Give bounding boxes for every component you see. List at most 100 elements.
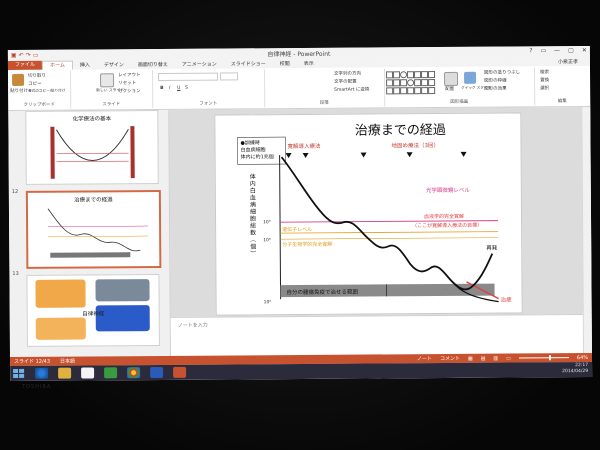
chrome-icon[interactable] xyxy=(127,367,141,379)
slide-editor: 治療までの経過 ●訓練時 白血病細胞 体内に約1兆個 体内白血病細胞総数（個） … xyxy=(169,106,592,357)
marker-triangle xyxy=(406,152,413,158)
font-group: B I U S フォント xyxy=(151,69,266,109)
arrange-button[interactable]: 配置 xyxy=(445,86,454,92)
shadow-button[interactable]: S xyxy=(185,86,188,91)
quick-styles-icon[interactable] xyxy=(464,71,477,84)
bold-button[interactable]: B xyxy=(160,86,163,91)
slide-thumbnail-panel[interactable]: 化学療法の基本 12 治療までの経過 13 自律神経 xyxy=(8,109,171,358)
tab-transitions[interactable]: 画面切り替え xyxy=(131,61,175,68)
thumbnail-box-orange xyxy=(35,279,86,308)
info-line-2: 白血病細胞 xyxy=(241,146,266,153)
tab-review[interactable]: 校閲 xyxy=(273,60,297,67)
italic-button[interactable]: I xyxy=(169,86,170,91)
marker-triangle xyxy=(285,153,292,159)
slide-number-12: 12 xyxy=(11,188,19,196)
font-group-label: フォント xyxy=(199,101,218,107)
hema-complete-sub-label: （ここが寛解導入療法の目標） xyxy=(412,222,482,229)
language-indicator[interactable]: 日本語 xyxy=(60,358,75,365)
marker-triangle xyxy=(460,151,467,157)
slide-thumbnail-12[interactable]: 治療までの経過 xyxy=(25,189,162,269)
marker-label-consolidation: 地固め療法（3回） xyxy=(391,141,439,149)
paragraph-group-label: 段落 xyxy=(319,100,329,106)
tab-slideshow[interactable]: スライドショー xyxy=(224,60,273,67)
hema-complete-label: 血液学的完全寛解 xyxy=(424,213,464,220)
close-icon[interactable]: ✕ xyxy=(582,47,587,54)
thumbnail-diagram xyxy=(50,126,135,179)
font-size-select[interactable] xyxy=(220,72,239,81)
paragraph-group: 文字列の方向 文字の配置 SmartArt に変換 段落 xyxy=(263,68,386,108)
sorter-view-icon[interactable]: ▤ xyxy=(481,355,486,361)
tab-home[interactable]: ホーム xyxy=(41,60,73,70)
reset-button[interactable]: リセット xyxy=(118,80,136,86)
zoom-level[interactable]: 64% xyxy=(577,354,588,360)
cut-button[interactable]: 切り取り xyxy=(28,73,46,79)
underline-button[interactable]: U xyxy=(177,86,180,91)
zoom-slider-knob[interactable] xyxy=(548,355,551,361)
minimize-icon[interactable]: — xyxy=(554,47,560,54)
notes-placeholder: ノートを入力 xyxy=(177,322,208,329)
thumbnail-title: 自律神経 xyxy=(82,311,105,318)
text-direction-button[interactable]: 文字列の方向 xyxy=(334,71,361,77)
shapes-gallery[interactable] xyxy=(386,71,436,95)
excel-icon[interactable] xyxy=(104,367,118,379)
drawing-group: 配置 クイック スタイル 図形の塗りつぶし 図形の枠線 図形の効果 図形描画 xyxy=(383,67,536,107)
shape-outline-button[interactable]: 図形の枠線 xyxy=(484,78,507,84)
powerpoint-icon[interactable] xyxy=(173,366,187,378)
notes-button[interactable]: ノート xyxy=(417,355,432,362)
help-icon[interactable]: ? xyxy=(529,47,532,54)
tab-design[interactable]: デザイン xyxy=(97,61,131,68)
marker-triangle xyxy=(360,152,367,158)
tab-insert[interactable]: 挿入 xyxy=(73,61,97,68)
paste-button[interactable]: 貼り付け xyxy=(10,88,28,94)
arrange-icon[interactable] xyxy=(444,71,459,86)
store-icon[interactable] xyxy=(81,367,95,379)
slide-title: 治療までの経過 xyxy=(355,123,446,139)
thumbnail-box-orange-2 xyxy=(35,317,86,340)
slideshow-view-icon[interactable]: ▭ xyxy=(506,355,511,361)
normal-view-icon[interactable]: ▦ xyxy=(468,355,473,361)
window-controls: ? ▭ — ▢ ✕ xyxy=(529,47,587,54)
user-name[interactable]: 小泉正孝 xyxy=(558,58,578,65)
notes-pane[interactable]: ノートを入力 xyxy=(170,314,583,357)
reading-view-icon[interactable]: ▥ xyxy=(493,355,498,361)
vertical-scrollbar[interactable] xyxy=(581,106,592,354)
explorer-icon[interactable] xyxy=(58,367,72,379)
current-slide[interactable]: 治療までの経過 ●訓練時 白血病細胞 体内に約1兆個 体内白血病細胞総数（個） … xyxy=(214,112,523,316)
marker-triangle xyxy=(302,152,309,158)
copy-button[interactable]: コピー xyxy=(28,81,42,87)
ribbon-display-icon[interactable]: ▭ xyxy=(540,47,546,54)
drawing-group-label: 図形描画 xyxy=(450,99,469,105)
laptop-brand-logo: TOSHIBA xyxy=(22,384,52,390)
zoom-slider[interactable] xyxy=(518,355,569,361)
shape-effects-button[interactable]: 図形の効果 xyxy=(484,86,507,92)
select-button[interactable]: 選択 xyxy=(540,85,549,91)
tab-animations[interactable]: アニメーション xyxy=(175,61,224,68)
section-button[interactable]: セクション xyxy=(118,88,141,94)
slide-thumbnail-11[interactable]: 化学療法の基本 xyxy=(25,109,159,185)
tick-label: 10⁹ xyxy=(263,219,271,225)
smartart-button[interactable]: SmartArt に変換 xyxy=(334,87,369,93)
maximize-icon[interactable]: ▢ xyxy=(568,47,574,54)
replace-button[interactable]: 置換 xyxy=(540,77,549,83)
slide-counter: スライド 12/43 xyxy=(14,358,51,365)
optical-level-label: 光学顕微鏡レベル xyxy=(426,186,471,194)
layout-button[interactable]: レイアウト xyxy=(118,72,141,78)
word-icon[interactable] xyxy=(150,366,164,379)
font-family-select[interactable] xyxy=(158,72,219,81)
marker-label-induction: 寛解導入療法 xyxy=(288,142,322,150)
shape-fill-button[interactable]: 図形の塗りつぶし xyxy=(484,69,520,75)
paste-icon[interactable] xyxy=(12,73,25,87)
ie-icon[interactable] xyxy=(35,367,49,379)
tab-view[interactable]: 表示 xyxy=(297,60,321,67)
windows-start-icon[interactable] xyxy=(13,368,25,379)
slide-thumbnail-13[interactable]: 自律神経 xyxy=(26,273,160,347)
find-button[interactable]: 検索 xyxy=(540,69,549,75)
align-text-button[interactable]: 文字の配置 xyxy=(334,79,357,85)
screen: ▣ ↶ ↷ ▭ 自律神経 - PowerPoint ? ▭ — ▢ ✕ ファイル… xyxy=(7,45,593,382)
tab-file[interactable]: ファイル xyxy=(7,60,43,71)
comments-button[interactable]: コメント xyxy=(440,355,460,362)
new-slide-icon[interactable] xyxy=(100,73,115,88)
format-painter-button[interactable]: 書式のコピー/貼り付け xyxy=(28,89,65,94)
system-tray[interactable]: 22:17 2014/04/29 xyxy=(562,363,588,375)
info-line-1: ●訓練時 xyxy=(240,139,259,146)
